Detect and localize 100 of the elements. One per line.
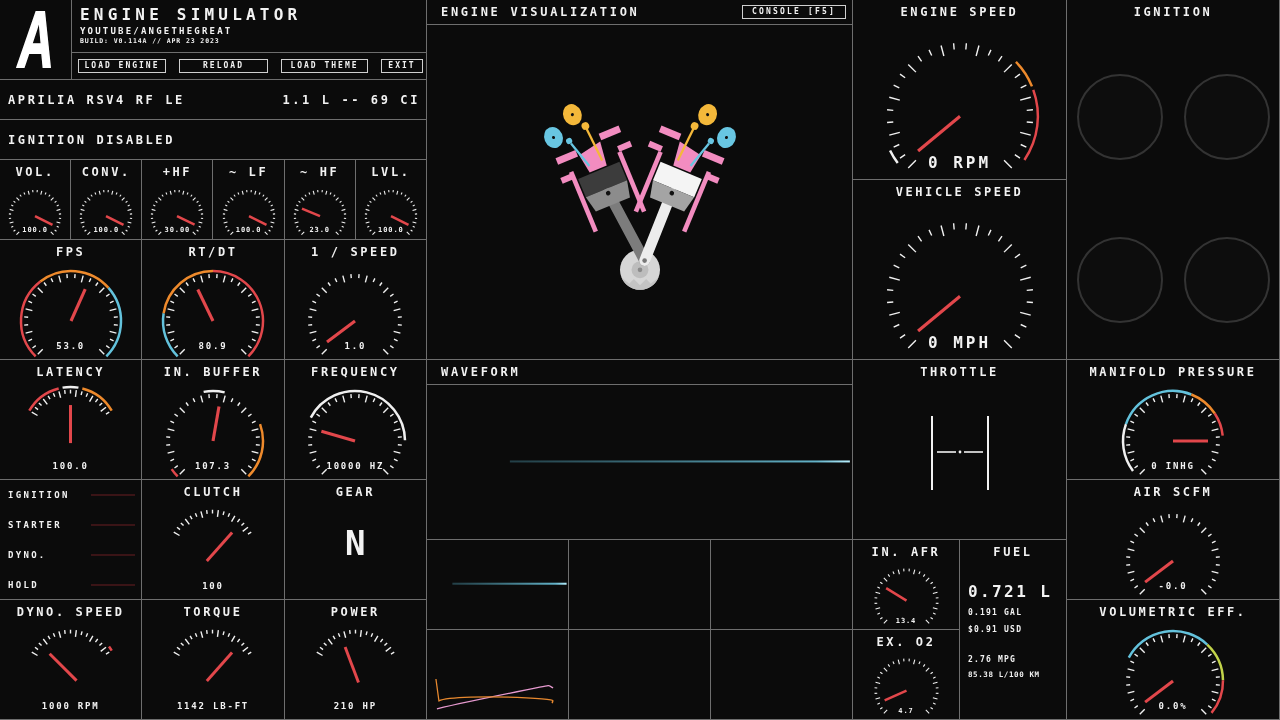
gauge-title: FREQUENCY	[311, 364, 400, 379]
gauge-needle	[343, 646, 360, 684]
app-logo: A	[17, 8, 54, 71]
gauge-needle	[34, 215, 54, 226]
switch-label: DYNO.	[8, 549, 47, 561]
gauge-title: IN. AFR	[871, 544, 941, 559]
panel-title: FUEL	[993, 544, 1033, 559]
gauge-arc	[203, 389, 225, 394]
gauge-needle	[69, 405, 73, 444]
gauge-needle	[48, 652, 78, 682]
gauge-title: +HF	[162, 164, 193, 179]
gauge-reading: 210 HP	[333, 701, 377, 711]
gauge-reading: -0.0	[1158, 581, 1188, 591]
engine-displacement: 1.1 L -- 69 CI	[282, 92, 420, 107]
gauge-needle	[211, 406, 221, 442]
gauge-title: VOLUMETRIC EFF.	[1099, 604, 1247, 619]
gauge-arc	[28, 387, 60, 412]
gauge-arc	[888, 149, 899, 164]
gauge-arc	[1022, 89, 1039, 161]
gauge-needle	[883, 689, 907, 702]
gauge-needle	[176, 215, 196, 226]
gauge-scale	[221, 189, 276, 236]
gauge-title: 1 / SPEED	[311, 244, 400, 259]
gauge-title: MANIFOLD PRESSURE	[1089, 364, 1257, 379]
switch-label: HOLD	[8, 579, 39, 591]
gauge-reading: 100	[202, 581, 224, 591]
engine-name: APRILIA RSV4 RF LE	[8, 92, 185, 107]
gauge-needle	[301, 207, 321, 218]
gauge-scale	[873, 658, 939, 714]
gauge-scale	[293, 189, 347, 236]
switch-label: IGNITION	[8, 489, 70, 501]
gauge-needle	[885, 587, 907, 602]
gauge-reading: 0 INHG	[1151, 461, 1195, 471]
gauge-reading: 1142 LB-FT	[176, 701, 250, 711]
gauge-reading: 0.0%	[1158, 701, 1188, 711]
gauge-needle	[916, 295, 961, 333]
gauge-title: VOL.	[15, 164, 55, 179]
header-button[interactable]: EXIT	[381, 59, 423, 73]
gauge-scale	[873, 568, 939, 624]
panel-title: WAVEFORM	[441, 365, 521, 379]
gauge-title: FPS	[55, 244, 86, 259]
gauge-title: CLUTCH	[183, 484, 243, 499]
gauge-title: ~ HF	[300, 164, 340, 179]
header-button[interactable]: LOAD THEME	[281, 59, 368, 73]
gauge-arc	[108, 645, 113, 652]
gauge-title: RT/DT	[188, 244, 238, 259]
gauge-reading: 80.9	[198, 341, 228, 351]
gauge-needle	[206, 651, 234, 682]
gauge-arc	[1014, 61, 1033, 87]
gauge-title: VEHICLE SPEED	[895, 184, 1024, 199]
gauge-reading: 53.0	[56, 341, 86, 351]
fuel-economy: 2.76 MPG	[968, 655, 1017, 665]
gauge-arc	[247, 423, 265, 478]
gauge-title: LVL.	[371, 164, 411, 179]
gauge-reading: 1000 RPM	[41, 701, 100, 711]
header-button[interactable]: LOAD ENGINE	[78, 59, 166, 73]
panel-title: GEAR	[335, 484, 375, 499]
fuel-volume: 0.721 L	[968, 583, 1053, 601]
gauge-title: TORQUE	[183, 604, 243, 619]
panel-title: ENGINE VISUALIZATION	[441, 5, 640, 19]
gauge-title: EX. O2	[876, 634, 936, 649]
header-button[interactable]: RELOAD	[179, 59, 268, 73]
gauge-title: CONV.	[81, 164, 131, 179]
gauge-needle	[326, 319, 357, 344]
gauge-title: ~ LF	[228, 164, 269, 179]
gear-indicator: N	[345, 528, 366, 558]
fuel-gallons: 0.191 GAL	[968, 608, 1023, 618]
gauge-title: POWER	[330, 604, 380, 619]
gauge-needle	[390, 215, 409, 226]
gauge-reading: 107.3	[194, 461, 232, 471]
gauge-needle	[1144, 679, 1174, 704]
gauge-needle	[196, 288, 215, 322]
console-button[interactable]: CONSOLE [F5]	[742, 5, 846, 19]
gauge-reading: 100.0	[52, 461, 89, 471]
gauge-arc	[170, 468, 179, 478]
gauge-needle	[916, 115, 961, 153]
panel-title: IGNITION	[1133, 4, 1213, 19]
gauge-scale	[364, 189, 418, 236]
gauge-reading: 0 RPM	[927, 155, 992, 171]
gauge-needle	[206, 531, 234, 562]
fuel-cost: $0.91 USD	[968, 625, 1023, 635]
gauge-title: ENGINE SPEED	[900, 4, 1019, 19]
gauge-needle	[69, 288, 87, 322]
gauge-reading: 0 MPH	[927, 335, 992, 351]
gauge-needle	[1144, 559, 1174, 584]
switch-label: STARTER	[8, 519, 63, 531]
channel-name: YOUTUBE/ANGETHEGREAT	[80, 26, 233, 37]
gauge-title: DYNO. SPEED	[16, 604, 125, 619]
gauge-title: LATENCY	[36, 364, 106, 379]
gauge-title: AIR SCFM	[1133, 484, 1213, 499]
gauge-reading: 10000 HZ	[326, 461, 385, 471]
gauge-needle	[321, 429, 356, 443]
gauge-needle	[248, 215, 267, 226]
gauge-reading: 1.0	[344, 341, 367, 351]
gauge-needle	[1173, 439, 1208, 443]
gauge-needle	[105, 215, 125, 226]
ignition-status: IGNITION DISABLED	[8, 132, 176, 147]
app-title: ENGINE SIMULATOR	[80, 6, 302, 24]
gauge-title: IN. BUFFER	[163, 364, 263, 379]
gauge-scale	[8, 189, 62, 236]
